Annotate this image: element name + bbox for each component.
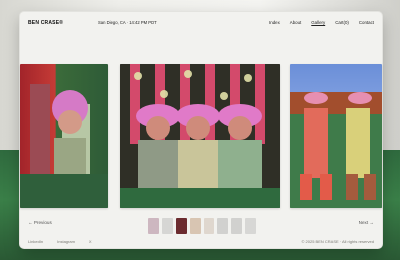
nav-link-cart[interactable]: Cart(0) bbox=[335, 20, 349, 25]
thumbnail[interactable] bbox=[231, 218, 243, 234]
footer-link-linkedin[interactable]: LinkedIn bbox=[28, 239, 43, 244]
thumbnail[interactable] bbox=[161, 218, 173, 234]
footer-link-instagram[interactable]: Instagram bbox=[57, 239, 75, 244]
footer: LinkedIn Instagram X © 2025 BEN CRASE · … bbox=[20, 236, 382, 248]
artwork-featured[interactable] bbox=[120, 64, 280, 208]
location-time: San Diego, CA · 14:42 PM PDT bbox=[98, 20, 157, 25]
site-window: BEN CRASE® San Diego, CA · 14:42 PM PDT … bbox=[20, 12, 382, 248]
thumbnail-strip bbox=[148, 218, 256, 234]
artwork-carousel bbox=[20, 64, 382, 209]
nav-links: Index About Gallery Cart(0) Contact bbox=[269, 20, 374, 25]
nav-link-contact[interactable]: Contact bbox=[359, 20, 374, 25]
artwork-right-illustration bbox=[290, 92, 382, 208]
nav-link-about[interactable]: About bbox=[290, 20, 301, 25]
nav-link-gallery[interactable]: Gallery bbox=[311, 20, 325, 25]
artwork-right[interactable] bbox=[290, 64, 382, 208]
thumbnail[interactable] bbox=[245, 218, 256, 234]
artwork-left-illustration bbox=[20, 84, 108, 208]
top-nav: BEN CRASE® San Diego, CA · 14:42 PM PDT … bbox=[20, 12, 382, 38]
footer-link-x[interactable]: X bbox=[89, 239, 92, 244]
artwork-featured-illustration bbox=[120, 64, 280, 208]
footer-copyright: © 2025 BEN CRASE · All rights reserved bbox=[301, 239, 374, 244]
next-button[interactable]: Next → bbox=[359, 220, 374, 225]
thumbnail[interactable] bbox=[189, 218, 201, 234]
thumbnail[interactable] bbox=[175, 218, 187, 234]
nav-link-index[interactable]: Index bbox=[269, 20, 280, 25]
previous-button[interactable]: ← Previous bbox=[28, 220, 52, 225]
thumbnail[interactable] bbox=[148, 218, 159, 234]
thumbnail[interactable] bbox=[203, 218, 215, 234]
thumbnail[interactable] bbox=[217, 218, 229, 234]
artwork-left[interactable] bbox=[20, 64, 108, 208]
footer-social-links: LinkedIn Instagram X bbox=[28, 239, 92, 244]
brand-logo[interactable]: BEN CRASE® bbox=[28, 20, 63, 26]
